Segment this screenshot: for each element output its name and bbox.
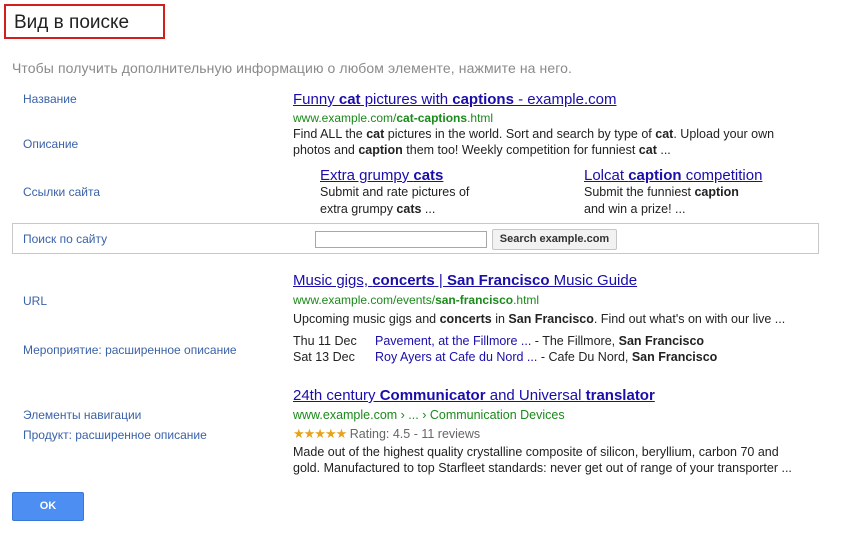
sitelink1-desc-line1: Submit and rate pictures of [320,185,470,199]
result1-snippet-line2: photos and caption them too! Weekly comp… [293,143,671,157]
rating-stars-icon: ★★★★★ [293,426,347,441]
label-event-rich-snippet[interactable]: Мероприятие: расширенное описание [23,343,237,357]
event-date: Sat 13 Dec [293,350,355,364]
result3-breadcrumb: www.example.com › ... › Communication De… [293,408,565,422]
result1-title-link[interactable]: Funny cat pictures with captions - examp… [293,91,616,108]
event-row: Roy Ayers at Cafe du Nord ... - Cafe Du … [375,350,718,364]
result3-snippet-line1: Made out of the highest quality crystall… [293,445,779,459]
label-url[interactable]: URL [23,294,47,308]
site-search-button[interactable]: Search example.com [492,229,617,250]
result3-title-link[interactable]: 24th century Communicator and Universal … [293,387,655,404]
ok-button[interactable]: OK [12,492,84,521]
label-sitelinks[interactable]: Ссылки сайта [23,185,100,199]
sitelink2-desc-line1: Submit the funniest caption [584,185,739,199]
rating-text: Rating: 4.5 - 11 reviews [349,427,481,441]
sitelink-lolcat-caption-competition[interactable]: Lolcat caption competition [584,167,762,184]
result1-url: www.example.com/cat-captions.html [293,111,494,125]
event-link[interactable]: Pavement, at the Fillmore ... [375,334,531,348]
result3-rating: ★★★★★ Rating: 4.5 - 11 reviews [293,426,480,442]
sitelink-extra-grumpy-cats[interactable]: Extra grumpy cats [320,167,443,184]
label-breadcrumbs[interactable]: Элементы навигации [23,408,141,422]
event-link[interactable]: Roy Ayers at Cafe du Nord ... [375,350,537,364]
result1-snippet-line1: Find ALL the cat pictures in the world. … [293,127,775,141]
label-product-rich-snippet[interactable]: Продукт: расширенное описание [23,428,207,442]
label-name[interactable]: Название [23,92,77,106]
sitelink2-desc-line2: and win a prize! ... [584,202,686,216]
event-row: Pavement, at the Fillmore ... - The Fill… [375,334,705,348]
result3-snippet-line2: gold. Manufactured to top Starfleet stan… [293,461,792,475]
event-date: Thu 11 Dec [293,334,357,348]
result2-snippet: Upcoming music gigs and concerts in San … [293,312,786,326]
search-appearance-dialog: Вид в поиске Чтобы получить дополнительн… [0,0,843,541]
result2-title-link[interactable]: Music gigs, concerts | San Francisco Mus… [293,272,637,289]
site-search-input[interactable] [315,231,487,248]
dialog-title-box: Вид в поиске [4,4,165,39]
dialog-subtitle: Чтобы получить дополнительную информацию… [12,60,573,76]
result2-url: www.example.com/events/san-francisco.htm… [293,293,540,307]
sitelink1-desc-line2: extra grumpy cats ... [320,202,436,216]
label-description[interactable]: Описание [23,137,78,151]
dialog-title: Вид в поиске [14,12,130,33]
